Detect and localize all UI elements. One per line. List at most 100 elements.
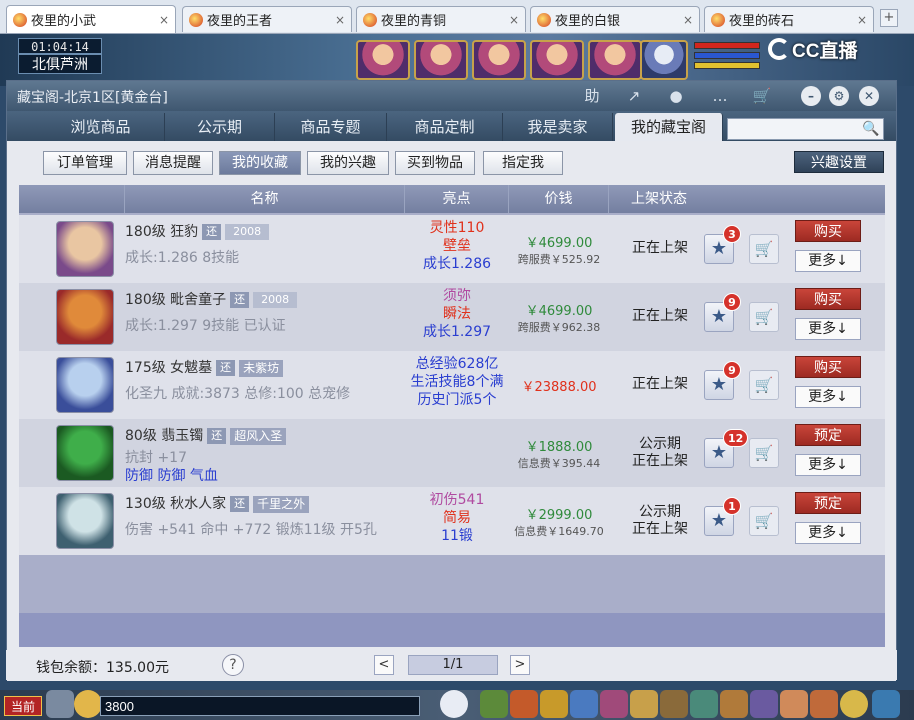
item-thumbnail[interactable] (56, 289, 114, 345)
stream-logo: CC直播 (768, 36, 857, 62)
share-icon[interactable]: ↗ (623, 86, 645, 106)
listing-status: 正在上架 (615, 240, 705, 257)
table-row[interactable]: 80级 翡玉镯还超风入圣 抗封 +17 防御 防御 气血 ￥1888.00 信息费￥39… (19, 419, 885, 487)
smiley-icon[interactable] (840, 690, 868, 718)
status-line: 正在上架 (632, 453, 688, 469)
team-icon[interactable] (600, 690, 628, 718)
table-row[interactable]: 180级 毗舍童子还 2008 成长:1.297 9技能 已认证 须弥 瞬法 成长1.29… (19, 283, 885, 351)
friends-icon[interactable] (750, 690, 778, 718)
next-page-button[interactable]: > (510, 655, 530, 675)
buy-button[interactable]: 购买 (795, 220, 861, 242)
browser-tab[interactable]: 夜里的白银 × (530, 6, 700, 32)
browser-tab[interactable]: 夜里的青铜 × (356, 6, 526, 32)
mic-icon[interactable] (46, 690, 74, 718)
tab-close-icon[interactable]: × (335, 13, 345, 27)
nav-tab[interactable]: 商品专题 (275, 113, 387, 141)
search-icon[interactable]: 🔍 (862, 120, 880, 138)
table-row[interactable]: 175级 女魃墓还未紫坊 化圣九 成就:3873 总修:100 总宠修 总经验628… (19, 351, 885, 419)
add-to-cart-icon[interactable]: 🛒 (749, 370, 779, 400)
gang-icon[interactable] (690, 690, 718, 718)
nav-tab[interactable]: 商品定制 (387, 113, 503, 141)
nav-tab[interactable]: 我的藏宝阁 (615, 113, 723, 141)
more-button[interactable]: 更多↓ (795, 454, 861, 476)
window-titlebar: 藏宝阁-北京1区[黄金台] 助 ↗ ● … 🛒 – ⚙ ✕ (7, 81, 896, 111)
wallet-balance: 钱包余额：135.00元 (36, 660, 169, 676)
treasure-window: 藏宝阁-北京1区[黄金台] 助 ↗ ● … 🛒 – ⚙ ✕ 浏览商品 公示期 商品专… (6, 80, 897, 681)
pet-menu-icon[interactable] (630, 690, 658, 718)
browser-tab[interactable]: 夜里的小武 × (6, 5, 176, 33)
add-to-cart-icon[interactable]: 🛒 (749, 506, 779, 536)
tab-close-icon[interactable]: × (159, 13, 169, 27)
nav-tab[interactable]: 浏览商品 (37, 113, 165, 141)
help-icon[interactable]: ? (222, 654, 244, 676)
table-row[interactable]: 130级 秋水人家还千里之外 伤害 +541 命中 +772 锻炼11级 开5孔 初… (19, 487, 885, 555)
browser-tab[interactable]: 夜里的王者 × (182, 6, 352, 32)
buy-button[interactable]: 购买 (795, 288, 861, 310)
item-thumbnail[interactable] (56, 357, 114, 413)
party-portrait-3[interactable] (472, 40, 526, 80)
nav-tab[interactable]: 我是卖家 (503, 113, 613, 141)
channel-current-button[interactable]: 当前 (4, 696, 42, 716)
highlight-line: 灵性110 (429, 220, 485, 236)
party-portrait-5[interactable] (588, 40, 642, 80)
favorite-count-badge: 9 (723, 293, 741, 311)
more-button[interactable]: 更多↓ (795, 386, 861, 408)
browser-tab[interactable]: 夜里的砖石 × (704, 6, 874, 32)
help-assistant-icon[interactable]: 助 (581, 86, 603, 106)
interest-settings-button[interactable]: 兴趣设置 (794, 151, 884, 173)
more-button[interactable]: 更多↓ (795, 318, 861, 340)
chat-input[interactable] (100, 696, 420, 716)
task-icon[interactable] (660, 690, 688, 718)
close-icon[interactable]: ✕ (859, 86, 879, 106)
item-thumbnail[interactable] (56, 221, 114, 277)
minimize-icon[interactable]: – (801, 86, 821, 106)
system-icon[interactable] (810, 690, 838, 718)
new-tab-button[interactable]: + (880, 9, 898, 27)
add-to-cart-icon[interactable]: 🛒 (749, 234, 779, 264)
add-to-cart-icon[interactable]: 🛒 (749, 438, 779, 468)
give-icon[interactable] (540, 690, 568, 718)
browser-tab-label: 夜里的青铜 (381, 14, 447, 29)
sub-tab[interactable]: 订单管理 (43, 151, 127, 175)
tab-close-icon[interactable]: × (683, 13, 693, 27)
record-icon[interactable]: ● (665, 86, 687, 106)
attack-icon[interactable] (480, 690, 508, 718)
trade-icon[interactable] (570, 690, 598, 718)
more-button[interactable]: 更多↓ (795, 522, 861, 544)
price-fee: 跨服费￥525.92 (517, 253, 601, 266)
settings-gear-icon[interactable]: ⚙ (829, 86, 849, 106)
party-portrait-1[interactable] (356, 40, 410, 80)
action-icon[interactable] (780, 690, 808, 718)
table-row[interactable]: 180级 狂豹还 2008 成长:1.286 8技能 灵性110 壁垒 成长1.286 ￥4… (19, 215, 885, 283)
prev-page-button[interactable]: < (374, 655, 394, 675)
cart-icon[interactable]: 🛒 (751, 86, 773, 106)
sub-tab[interactable]: 我的收藏 (219, 151, 301, 175)
tab-close-icon[interactable]: × (857, 13, 867, 27)
quick-icon[interactable] (720, 690, 748, 718)
sub-tab[interactable]: 买到物品 (395, 151, 475, 175)
more-button[interactable]: 更多↓ (795, 250, 861, 272)
nav-tab[interactable]: 公示期 (165, 113, 275, 141)
player-portrait[interactable] (640, 40, 688, 80)
tab-close-icon[interactable]: × (509, 13, 519, 27)
add-to-cart-icon[interactable]: 🛒 (749, 302, 779, 332)
pet-icon[interactable] (440, 690, 468, 718)
sub-tab[interactable]: 消息提醒 (133, 151, 213, 175)
settings-icon[interactable] (872, 690, 900, 718)
party-portrait-2[interactable] (414, 40, 468, 80)
search-input[interactable] (727, 118, 884, 140)
emoji-icon[interactable] (74, 690, 102, 718)
item-thumbnail[interactable] (56, 493, 114, 549)
item-icon[interactable] (510, 690, 538, 718)
item-extra-badge: 千里之外 (253, 495, 310, 513)
sub-tab[interactable]: 指定我 (483, 151, 563, 175)
buy-button[interactable]: 预定 (795, 492, 861, 514)
buy-button[interactable]: 购买 (795, 356, 861, 378)
buy-button[interactable]: 预定 (795, 424, 861, 446)
highlight-line: 成长1.286 (422, 256, 492, 272)
item-thumbnail[interactable] (56, 425, 114, 481)
chat-icon[interactable]: … (709, 86, 731, 106)
game-favicon-icon (537, 12, 551, 27)
party-portrait-4[interactable] (530, 40, 584, 80)
sub-tab[interactable]: 我的兴趣 (307, 151, 389, 175)
